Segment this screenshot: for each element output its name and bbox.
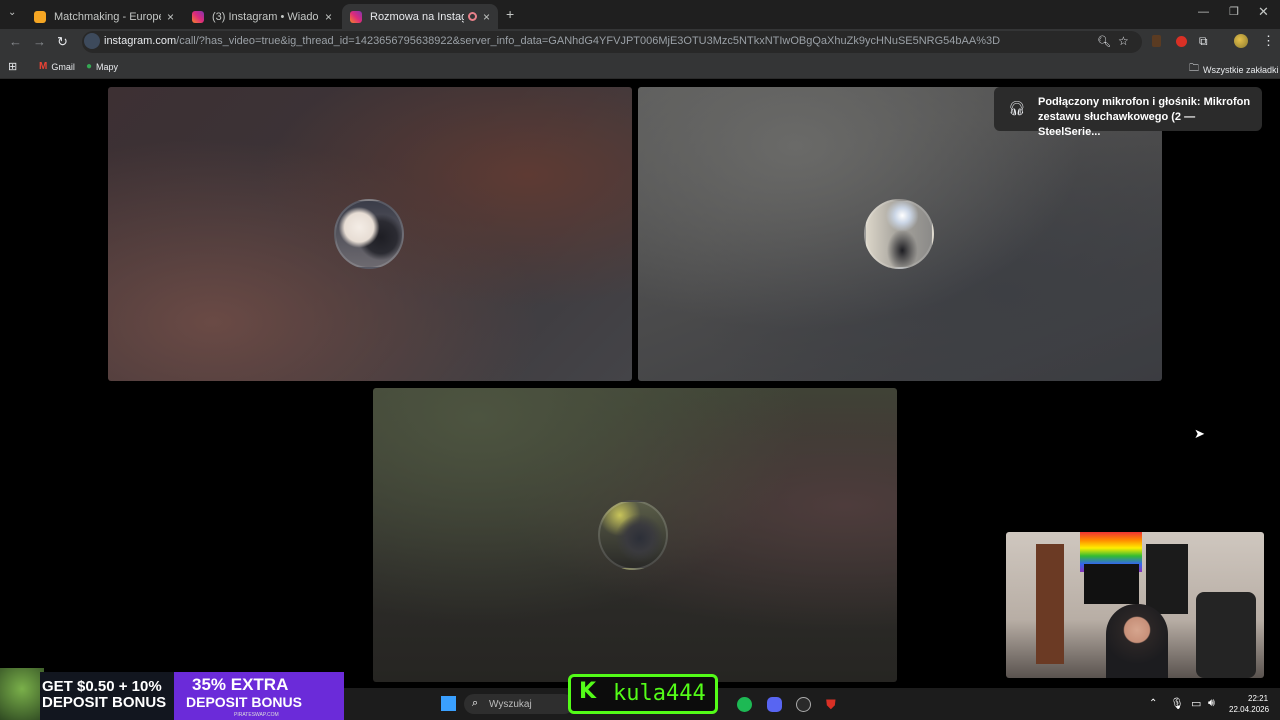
promo-line4: DEPOSIT BONUS	[186, 694, 302, 710]
menu-kebab-icon[interactable]: ⋮	[1262, 33, 1275, 49]
tab-title: Matchmaking - Europe 5v5 Qu	[54, 10, 161, 23]
windows-start-icon[interactable]	[441, 696, 456, 711]
zoom-icon[interactable]: 🔍︎	[1097, 35, 1111, 48]
antivirus-shield-icon[interactable]: ⛊	[826, 697, 836, 713]
promo-line1: GET $0.50 + 10%	[42, 678, 162, 695]
new-tab-button[interactable]: +	[506, 6, 514, 22]
bookmark-label: Mapy	[96, 61, 119, 72]
toast-message: Podłączony mikrofon i głośnik: Mikrofon …	[1038, 96, 1251, 138]
close-tab-icon[interactable]: ×	[167, 10, 174, 24]
kick-channel-name: kula444	[613, 681, 706, 706]
promo-mascot	[0, 668, 44, 720]
discord-icon[interactable]	[767, 697, 782, 712]
url-host: instagram.com	[104, 35, 177, 47]
webcam-door	[1036, 544, 1064, 664]
promo-banner: GET $0.50 + 10% DEPOSIT BONUS 35% EXTRA …	[0, 668, 344, 720]
headphones-icon: 🎧︎	[1008, 100, 1026, 116]
taskbar-search-placeholder: Wyszukaj	[489, 699, 532, 710]
webcam-shelf	[1146, 544, 1188, 614]
webcam-chair	[1196, 592, 1256, 678]
microphone-icon[interactable]: 🎙︎	[1170, 697, 1184, 710]
camera-permission-icon[interactable]	[84, 33, 100, 49]
faceit-favicon-icon	[34, 10, 46, 23]
bookmarks-bar	[0, 55, 1280, 79]
volume-icon[interactable]: 🔊︎	[1208, 697, 1215, 710]
bookmark-label: Gmail	[51, 61, 75, 72]
apps-grid-icon[interactable]: ⊞	[8, 60, 17, 73]
kick-channel-badge: K kula444	[568, 674, 718, 714]
bookmark-maps[interactable]: ● Mapy	[86, 61, 118, 72]
close-window-button[interactable]: ✕	[1258, 4, 1269, 20]
tab-title: Rozmowa na Instagramie	[370, 10, 464, 23]
tab-title: (3) Instagram • Wiadomości	[212, 10, 319, 23]
tab-instagram-call[interactable]: Rozmowa na Instagramie ×	[342, 4, 498, 29]
clock-time[interactable]: 22:21	[1248, 694, 1268, 703]
forward-button[interactable]: →	[33, 34, 46, 49]
all-bookmarks-label: Wszystkie zakładki	[1203, 64, 1279, 75]
instagram-favicon-icon	[192, 10, 204, 23]
profile-avatar[interactable]	[1234, 34, 1248, 48]
tray-chevron-icon[interactable]: ⌃	[1149, 698, 1157, 709]
url-text[interactable]: instagram.com/call/?has_video=true&ig_th…	[104, 35, 1000, 47]
participant-tile[interactable]	[108, 87, 632, 381]
kick-logo-icon: K	[579, 679, 597, 704]
participant-avatar	[864, 199, 934, 269]
back-button[interactable]: ←	[9, 34, 22, 49]
clock-date[interactable]: 22.04.2026	[1229, 705, 1269, 714]
tab-matchmaking[interactable]: Matchmaking - Europe 5v5 Qu ×	[26, 4, 182, 29]
participant-avatar	[598, 500, 668, 570]
gmail-icon: M	[39, 61, 48, 72]
recording-indicator-icon	[467, 12, 477, 21]
participant-tile[interactable]	[373, 388, 897, 682]
search-icon: ⌕	[472, 697, 479, 709]
reload-button[interactable]: ↻	[57, 34, 68, 50]
spotify-icon[interactable]	[737, 697, 752, 712]
instagram-favicon-icon	[350, 10, 362, 23]
maps-pin-icon: ●	[86, 61, 93, 72]
steam-icon[interactable]	[796, 697, 811, 712]
webcam-monitor	[1084, 564, 1139, 604]
bookmark-star-icon[interactable]: ☆	[1118, 34, 1129, 48]
mouse-cursor-icon: ➤	[1194, 426, 1205, 441]
url-path: /call/?has_video=true&ig_thread_id=14236…	[176, 35, 1001, 47]
close-tab-icon[interactable]: ×	[483, 10, 490, 24]
participant-avatar	[334, 199, 404, 269]
network-icon[interactable]: ▭	[1191, 697, 1201, 710]
close-tab-icon[interactable]: ×	[325, 10, 332, 24]
tab-list-chevron-icon[interactable]: ⌄	[8, 7, 16, 18]
streamer-webcam	[1006, 532, 1264, 678]
folder-icon: 🗀︎	[1189, 63, 1199, 74]
webcam-person	[1106, 604, 1168, 678]
extension-icon[interactable]	[1152, 35, 1161, 47]
bookmark-gmail[interactable]: M Gmail	[39, 61, 75, 72]
adblock-extension-icon[interactable]	[1176, 36, 1187, 47]
restore-window-button[interactable]: ❐	[1229, 5, 1239, 18]
minimize-window-button[interactable]: —	[1198, 6, 1209, 18]
promo-line2: DEPOSIT BONUS	[42, 694, 167, 711]
all-bookmarks-button[interactable]: 🗀︎ Wszystkie zakładki	[1189, 61, 1279, 78]
tab-instagram-messages[interactable]: (3) Instagram • Wiadomości ×	[184, 4, 340, 29]
promo-line3: 35% EXTRA	[192, 675, 289, 694]
extensions-puzzle-icon[interactable]: ⧉	[1199, 34, 1208, 49]
promo-site: PIRATESWAP.COM	[234, 712, 279, 718]
